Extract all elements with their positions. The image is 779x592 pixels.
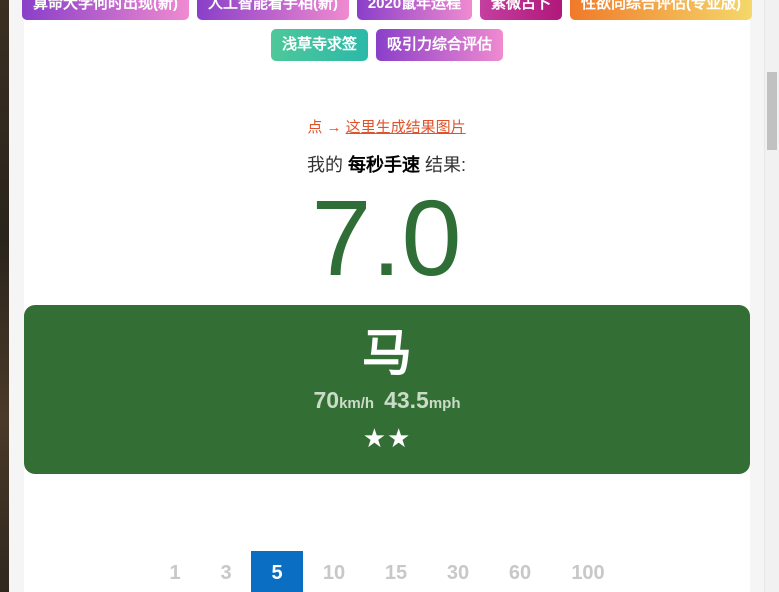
page: 算命大学何时出现(新) 人工智能看手相(新) 2020鼠年运程 紫微占卜 性欲向… (0, 0, 779, 592)
duration-option-15[interactable]: 15 (378, 551, 414, 592)
duration-option-60[interactable]: 60 (502, 551, 538, 592)
generate-image-line: 点 → 这里生成结果图片 (24, 116, 749, 137)
result-heading: 我的 每秒手速 结果: (24, 151, 749, 177)
result-pre: 我的 (306, 155, 343, 175)
speed-mph-value: 43.5 (384, 387, 429, 413)
star-rating-icon: ★★ (362, 423, 412, 453)
speed-values: 70km/h 43.5mph (24, 387, 750, 414)
result-metric: 每秒手速 (347, 155, 420, 175)
tag-button-fortune-college[interactable]: 算命大学何时出现(新) (22, 0, 189, 20)
result-card: 马 70km/h 43.5mph ★★ (24, 305, 750, 474)
score-value: 7.0 (311, 177, 462, 298)
duration-selector: 1 3 5 10 15 30 60 100 (0, 551, 779, 592)
duration-option-5[interactable]: 5 (251, 551, 303, 592)
tag-button-rat-year-fortune[interactable]: 2020鼠年运程 (357, 0, 472, 20)
duration-option-1[interactable]: 1 (160, 551, 190, 592)
vertical-scrollbar[interactable] (764, 0, 779, 592)
right-margin (750, 0, 765, 592)
generate-prefix: 点 → (307, 119, 342, 136)
speed-kmh-value: 70 (313, 387, 340, 413)
tag-button-ziwei-divination[interactable]: 紫微占卜 (480, 0, 562, 20)
speed-kmh-unit: km/h (339, 395, 375, 412)
animal-name: 马 (362, 325, 412, 381)
speed-mph-unit: mph (428, 395, 461, 412)
result-post: 结果: (425, 155, 467, 175)
window-edge (0, 0, 9, 592)
generate-image-link[interactable]: 这里生成结果图片 (346, 119, 466, 136)
duration-option-30[interactable]: 30 (440, 551, 476, 592)
duration-option-100[interactable]: 100 (567, 551, 609, 592)
left-margin (9, 0, 24, 592)
duration-option-3[interactable]: 3 (211, 551, 241, 592)
scrollbar-thumb[interactable] (767, 72, 777, 150)
duration-option-10[interactable]: 10 (316, 551, 352, 592)
tag-button-ai-palm-reading[interactable]: 人工智能看手相(新) (197, 0, 349, 20)
tag-button-attraction-assessment[interactable]: 吸引力综合评估 (376, 29, 503, 61)
tag-button-desire-assessment[interactable]: 性欲向综合评估(专业版) (570, 0, 752, 20)
tag-button-sensoji-fortune[interactable]: 浅草寺求签 (271, 29, 368, 61)
